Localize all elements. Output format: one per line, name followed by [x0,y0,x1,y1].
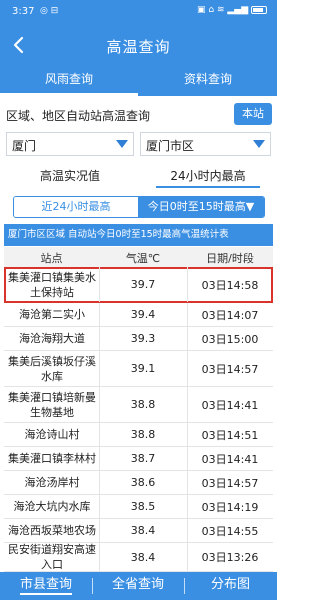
temperature-value: 38.8 [130,428,156,441]
temperature-value: 38.8 [130,398,156,411]
station-name: 海沧汤岸村 [24,476,80,489]
notification-icons: ◎ ⊟ [40,6,59,16]
station-name: 集美灌口镇培新曼生物基地 [8,390,96,419]
district-select-value: 厦门市区 [146,139,195,153]
query-row: 区域、地区自动站高温查询 本站 [0,100,277,128]
status-time: 3:37 [12,6,35,17]
date-time-value: 03日15:00 [201,332,259,346]
date-time-value: 03日14:41 [201,398,259,412]
table-row[interactable]: 海沧汤岸村 38.6 03日14:57 [4,471,273,495]
temperature-value: 39.4 [130,308,156,321]
column-date-time: 日期/时段 [206,252,254,265]
station-name: 集美灌口镇集美水土保持站 [8,270,96,299]
column-station: 站点 [40,252,63,265]
temperature-value: 38.6 [130,476,156,489]
range-today-0-15-max[interactable]: 今日0时至15时最高▼ [138,197,264,217]
status-bar: 3:37 ◎ ⊟ ▣ ⌂ ≋ ▂▄▆ [0,0,277,26]
temperature-value: 38.5 [130,500,156,513]
table-header: 站点 气温℃ 日期/时段 [4,247,273,267]
station-name: 海沧西坂菜地农场 [8,524,96,537]
mode-24h-max[interactable]: 24小时内最高 [156,164,260,188]
station-name: 集美灌口镇李林村 [8,452,96,465]
date-time-value: 03日14:58 [201,278,259,292]
table-row[interactable]: 民安街道翔安高速入口 38.4 03日13:26 [4,543,273,572]
mode-realtime-high-temp[interactable]: 高温实况值 [6,164,134,188]
temperature-value: 39.1 [130,362,156,375]
city-select[interactable]: 厦门 [6,132,134,156]
date-time-value: 03日13:26 [201,551,259,564]
dropdown-arrow-icon [116,140,128,148]
date-time-value: 03日14:51 [201,428,259,442]
table-row[interactable]: 海沧海翔大道 39.3 03日15:00 [4,327,273,351]
station-name: 集美后溪镇坂仔溪水库 [8,354,96,383]
dropdown-arrow-icon [253,140,265,148]
table-row[interactable]: 海沧大坑内水库 38.5 03日14:19 [4,495,273,519]
date-time-value: 03日14:19 [201,500,259,514]
district-select[interactable]: 厦门市区 [140,132,271,156]
system-status-icons: ▣ ⌂ ≋ ▂▄▆ [197,5,267,15]
stats-banner: 厦门市区区域 自动站今日0时至15时最高气温统计表 [4,224,273,246]
nav-label: 分布图 [210,577,250,592]
temperature-value: 38.4 [130,524,156,537]
temperature-value: 39.7 [130,278,156,291]
tab-bar: 风雨查询 资料查询 [0,66,277,96]
station-name: 海沧诗山村 [24,428,80,441]
query-label: 区域、地区自动站高温查询 [6,109,151,123]
date-time-value: 03日14:57 [201,476,259,490]
date-time-value: 03日14:55 [201,524,259,538]
nav-province-query[interactable]: 全省查询 [92,572,184,600]
bottom-nav: 市县查询 全省查询 分布图 [0,572,277,600]
temperature-value: 38.4 [130,550,156,564]
tab-wind-rain-query[interactable]: 风雨查询 [0,66,138,96]
station-name: 海沧海翔大道 [19,332,85,345]
table-row[interactable]: 海沧第二实小 39.4 03日14:07 [4,303,273,327]
table-row[interactable]: 海沧西坂菜地农场 38.4 03日14:55 [4,519,273,543]
battery-icon [251,5,267,14]
station-name: 海沧大坑内水库 [13,500,91,513]
nav-city-county-query[interactable]: 市县查询 [0,572,92,600]
nav-distribution-map[interactable]: 分布图 [184,572,277,600]
temperature-value: 39.3 [130,332,156,345]
temperature-value: 38.7 [130,452,156,465]
table-row[interactable]: 集美灌口镇李林村 38.7 03日14:41 [4,447,273,471]
column-temperature: 气温℃ [125,252,161,265]
mode-switch: 高温实况值 24小时内最高 [6,164,271,188]
station-name: 民安街道翔安高速入口 [8,543,96,571]
range-last-24h-max[interactable]: 近24小时最高 [14,197,138,217]
table-row[interactable]: 集美灌口镇培新曼生物基地 38.8 03日14:41 [4,387,273,423]
city-select-value: 厦门 [12,139,37,153]
date-time-value: 03日14:57 [201,362,259,376]
date-time-value: 03日14:07 [201,308,259,322]
app-header: 高温查询 [0,26,277,66]
table-row[interactable]: 集美灌口镇集美水土保持站 39.7 03日14:58 [4,267,273,303]
station-name: 海沧第二实小 [19,308,85,321]
this-station-button[interactable]: 本站 [234,103,272,125]
table-row[interactable]: 集美后溪镇坂仔溪水库 39.1 03日14:57 [4,351,273,387]
table-row[interactable]: 海沧诗山村 38.8 03日14:51 [4,423,273,447]
page-title: 高温查询 [106,38,171,56]
nav-label: 市县查询 [19,577,72,595]
time-range-selector: 近24小时最高 今日0时至15时最高▼ [13,196,265,218]
nav-label: 全省查询 [111,577,164,592]
signal-icons: ▣ ⌂ ≋ ▂▄▆ [197,5,249,15]
date-time-value: 03日14:41 [201,452,259,466]
tab-data-query[interactable]: 资料查询 [139,66,277,96]
